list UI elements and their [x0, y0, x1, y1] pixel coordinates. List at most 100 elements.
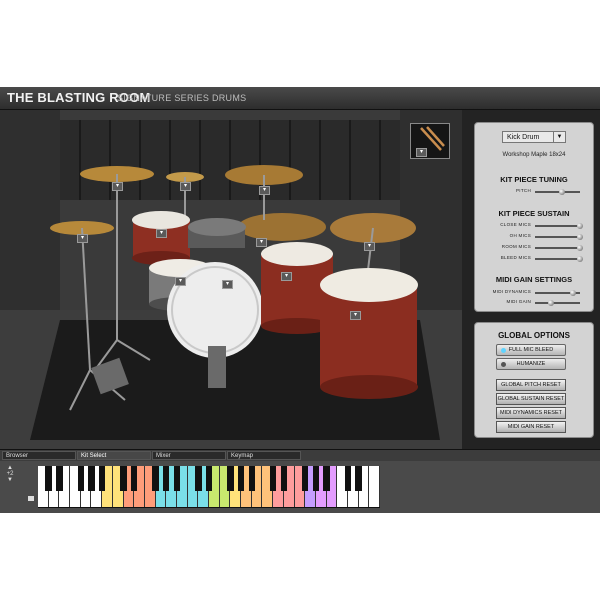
thumbnail-dropdown-button[interactable]: ▾ — [416, 148, 427, 157]
floor-tom-2 — [320, 268, 418, 302]
tab-mixer[interactable]: Mixer — [152, 451, 226, 460]
black-key[interactable] — [56, 466, 63, 491]
floor-tom-1 — [261, 242, 333, 266]
black-key[interactable] — [323, 466, 330, 491]
ride-select-button[interactable]: ▾ — [256, 238, 267, 247]
kit-piece-panel: Kick Drum ▼ Workshop Maple 18x24 KIT PIE… — [474, 122, 594, 312]
splash-select-button[interactable]: ▾ — [180, 182, 191, 191]
kit-piece-select[interactable]: Kick Drum ▼ — [502, 131, 566, 143]
rack-tom-2 — [188, 218, 246, 236]
crash-left-select-button[interactable]: ▾ — [112, 182, 123, 191]
black-key[interactable] — [205, 466, 213, 491]
black-key[interactable] — [173, 466, 181, 491]
kit-piece-name: Workshop Maple 18x24 — [502, 152, 566, 158]
brand-subtitle: SIGNATURE SERIES DRUMS — [117, 93, 247, 103]
floor-tom-2-select-button[interactable]: ▾ — [350, 311, 361, 320]
sustain-section-title: KIT PIECE SUSTAIN — [498, 209, 570, 218]
black-key[interactable] — [195, 466, 202, 491]
bleed-mics-row: BLEED MICS — [475, 255, 593, 263]
black-key[interactable] — [248, 466, 255, 491]
chevron-down-icon: ▼ — [553, 132, 565, 142]
pitch-slider-track[interactable] — [535, 189, 580, 195]
kick-pedal — [208, 346, 226, 388]
global-pitch-reset-button[interactable]: GLOBAL PITCH RESET — [496, 379, 566, 391]
black-key[interactable] — [120, 466, 127, 491]
bleed-mics-label: BLEED MICS — [500, 255, 531, 260]
black-key[interactable] — [237, 466, 245, 491]
full-mic-bleed-label: FULL MIC BLEED — [508, 347, 554, 353]
pitch-row: PITCH — [475, 188, 593, 196]
crash-right-select-button[interactable]: ▾ — [259, 186, 270, 195]
close-mics-row: CLOSE MICS — [475, 222, 593, 230]
kit-thumbnail[interactable]: ▾ — [410, 123, 450, 159]
black-key[interactable] — [269, 466, 277, 491]
black-key[interactable] — [163, 466, 170, 491]
midi-dynamics-slider[interactable] — [535, 290, 580, 296]
white-key[interactable] — [369, 466, 380, 507]
china-select-button[interactable]: ▾ — [364, 242, 375, 251]
room-mics-label: ROOM MICS — [501, 244, 531, 249]
global-options-panel: GLOBAL OPTIONS FULL MIC BLEED HUMANIZE G… — [474, 322, 594, 438]
pitch-label: PITCH — [516, 188, 531, 193]
keyboard-marker — [28, 496, 34, 501]
keyboard-area: ▲ +2 ▼ — [0, 461, 600, 513]
black-key[interactable] — [344, 466, 352, 491]
oh-mics-slider[interactable] — [535, 234, 583, 240]
black-key[interactable] — [88, 466, 95, 491]
plugin-window: THE BLASTING ROOM SIGNATURE SERIES DRUMS — [0, 87, 600, 513]
drum-kit-view: ▾ ▾ ▾ ▾ ▾ ▾ ▾ ▾ ▾ ▾ ▾ ▾ — [0, 110, 462, 449]
hihat-select-button[interactable]: ▾ — [77, 234, 88, 243]
snare-select-button[interactable]: ▾ — [175, 277, 186, 286]
kick-select-button[interactable]: ▾ — [222, 280, 233, 289]
midi-gain-reset-button[interactable]: MIDI GAIN RESET — [496, 421, 566, 433]
midi-dynamics-knob[interactable] — [570, 290, 577, 296]
close-mics-knob[interactable] — [577, 223, 583, 229]
black-key[interactable] — [312, 466, 320, 491]
room-mics-slider[interactable] — [535, 245, 583, 251]
floor-tom-1-select-button[interactable]: ▾ — [281, 272, 292, 281]
tuning-section-title: KIT PIECE TUNING — [500, 175, 568, 184]
tab-browser[interactable]: Browser — [2, 451, 76, 460]
black-key[interactable] — [45, 466, 52, 491]
black-key[interactable] — [301, 466, 309, 491]
midi-gain-label: MIDI GAIN — [506, 299, 531, 304]
midi-gain-slider[interactable] — [535, 300, 580, 306]
black-key[interactable] — [98, 466, 106, 491]
room-mics-knob[interactable] — [577, 245, 583, 251]
pitch-slider-knob[interactable] — [559, 189, 565, 195]
rack-tom-1-select-button[interactable]: ▾ — [156, 229, 167, 238]
oh-mics-knob[interactable] — [577, 234, 583, 240]
close-mics-label: CLOSE MICS — [500, 222, 531, 227]
black-key[interactable] — [77, 466, 84, 491]
midi-dynamics-row: MIDI DYNAMICS — [475, 289, 593, 297]
global-sustain-reset-button[interactable]: GLOBAL SUSTAIN RESET — [496, 393, 566, 405]
midi-gain-row: MIDI GAIN — [475, 299, 593, 307]
black-key[interactable] — [227, 466, 234, 491]
humanize-toggle[interactable]: HUMANIZE — [496, 358, 566, 370]
piano-keyboard[interactable] — [38, 466, 380, 508]
bleed-mics-slider[interactable] — [535, 256, 583, 262]
humanize-led-icon — [501, 362, 506, 367]
tab-kit-select[interactable]: Kit Select — [77, 451, 151, 460]
octave-control: ▲ +2 ▼ — [3, 465, 17, 501]
black-key[interactable] — [152, 466, 159, 491]
close-mics-slider[interactable] — [535, 223, 583, 229]
octave-down-icon[interactable]: ▼ — [3, 477, 17, 483]
full-mic-bleed-toggle[interactable]: FULL MIC BLEED — [496, 344, 566, 356]
black-key[interactable] — [130, 466, 138, 491]
bleed-mics-knob[interactable] — [577, 256, 583, 262]
full-mic-bleed-led-icon — [501, 348, 506, 353]
oh-mics-label: OH MICS — [509, 233, 531, 238]
midi-section-title: MIDI GAIN SETTINGS — [495, 275, 573, 284]
black-key[interactable] — [280, 466, 287, 491]
ride-cymbal — [238, 213, 326, 241]
kit-piece-select-value: Kick Drum — [507, 134, 540, 141]
oh-mics-row: OH MICS — [475, 233, 593, 241]
side-panel: Kick Drum ▼ Workshop Maple 18x24 KIT PIE… — [462, 110, 600, 449]
midi-gain-knob[interactable] — [547, 300, 554, 306]
rack-tom-1 — [132, 211, 190, 229]
humanize-label: HUMANIZE — [516, 361, 546, 367]
black-key[interactable] — [355, 466, 362, 491]
midi-dynamics-reset-button[interactable]: MIDI DYNAMICS RESET — [496, 407, 566, 419]
tab-keymap[interactable]: Keymap — [227, 451, 301, 460]
